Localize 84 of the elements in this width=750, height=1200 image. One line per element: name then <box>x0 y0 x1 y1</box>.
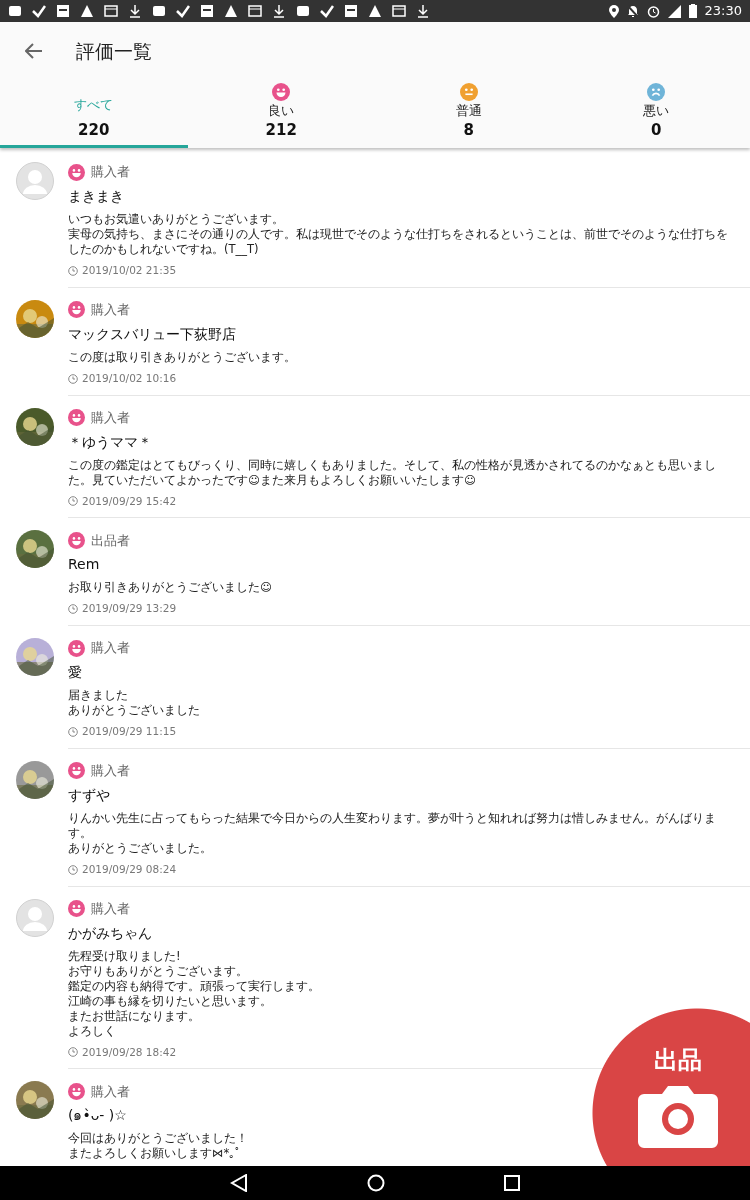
notification-icon <box>320 4 334 18</box>
notification-icon <box>344 4 358 18</box>
rating-tab[interactable]: 普通 8 <box>375 80 563 148</box>
review-comment-line: 実母の気持ち、まさにその通りの人です。私は現世でそのような仕打ちをされるということは、前世でそのような仕打ちをしたのかもしれないですね。(T__T) <box>68 227 729 257</box>
camera-icon <box>638 1086 718 1148</box>
review-date: 2019/09/29 13:29 <box>82 601 177 617</box>
notification-icon <box>176 4 190 18</box>
bell-off-icon <box>626 4 639 18</box>
clock-icon <box>68 726 78 737</box>
notification-icon <box>80 4 94 18</box>
sell-button[interactable]: 出品 <box>592 1008 750 1166</box>
notification-icon <box>56 4 70 18</box>
review-date: 2019/09/29 11:15 <box>82 724 177 739</box>
screen-title: 評価一覧 <box>76 38 152 64</box>
reviewer-name: まきまき <box>68 187 125 206</box>
location-icon <box>608 4 619 18</box>
review-comment-line: 鑑定の内容も納得です。頑張って実行します。 <box>68 978 321 994</box>
reviewer-role: 購入者 <box>91 408 130 427</box>
clock-icon <box>68 864 78 875</box>
recents-nav-icon[interactable] <box>504 1175 521 1191</box>
review-comment-line: りんかい先生に占ってもらった結果で今日からの人生変わります。夢が叶うと知れれば努力は惜しみません。がんばります。 <box>68 810 717 841</box>
reviewer-role: 購入者 <box>91 1082 130 1101</box>
review-comment-line: お守りもありがとうございます。 <box>68 963 249 979</box>
review-comment-line: お取り引きありがとうございました☺ <box>68 580 273 596</box>
review-date: 2019/09/29 08:24 <box>82 861 177 877</box>
rating-tab[interactable]: 良い 212 <box>187 80 375 148</box>
review-date: 2019/09/28 18:42 <box>82 1044 177 1060</box>
review-comment-line: よろしく <box>68 1023 117 1039</box>
notification-icon <box>224 4 238 18</box>
clock-icon <box>68 604 78 615</box>
reviewer-name: すずや <box>68 785 111 805</box>
reviewer-name: (๑•̀ᴗ- )☆ <box>68 1106 128 1126</box>
notification-icon <box>416 4 430 18</box>
rating-tab[interactable]: 悪い 0 <box>562 80 750 148</box>
home-nav-icon[interactable] <box>367 1174 385 1192</box>
review-date: 2019/09/29 15:42 <box>82 493 177 509</box>
review-date: 2019/10/02 21:35 <box>82 263 177 278</box>
notification-icon <box>272 4 286 18</box>
reviewer-name: かがみちゃん <box>68 923 153 943</box>
notification-icon <box>8 4 22 18</box>
review-comment-line: ありがとうございました。 <box>68 840 213 856</box>
notification-icon <box>200 4 214 18</box>
review-comment-line: いつもお気遣いありがとうございます。 <box>68 212 285 227</box>
review-comment-line: またお世話になります。 <box>68 1008 201 1024</box>
clock-icon <box>68 265 78 276</box>
review-comment-line: 江崎の事も縁を切りたいと思います。 <box>68 993 273 1009</box>
review-comment-line: ありがとうございました <box>68 703 201 718</box>
review-date: 2019/10/02 10:16 <box>82 370 177 386</box>
back-arrow-icon <box>25 43 43 59</box>
notification-icon <box>32 4 46 18</box>
reviewer-name: Rem <box>68 555 101 575</box>
battery-icon <box>688 4 697 18</box>
clock: 23:30 <box>704 2 742 21</box>
reviewer-name: マックスバリュー下荻野店 <box>68 324 237 344</box>
notification-icon <box>368 4 382 18</box>
back-nav-icon[interactable] <box>229 1174 248 1192</box>
review-comment-line: 今回はありがとうございました！ <box>68 1131 249 1147</box>
notification-icon <box>128 4 142 18</box>
reviewer-name: ＊ゆうママ＊ <box>68 432 153 452</box>
notification-icon <box>248 4 262 18</box>
reviewer-role: 購入者 <box>91 899 130 918</box>
default-avatar-icon <box>16 162 54 200</box>
clock-icon <box>68 496 78 507</box>
notification-icon <box>104 4 118 18</box>
signal-icon <box>667 4 681 18</box>
review-comment-line: 先程受け取りました! <box>68 948 182 964</box>
notification-icon <box>392 4 406 18</box>
reviewer-role: 出品者 <box>91 531 130 550</box>
default-avatar-icon <box>16 898 54 937</box>
review-comment-line: この度の鑑定はとてもびっくり、同時に嬉しくもありました。そして、私の性格が見透かされてるのかなぁとも思いました。見ていただいてよかったです☺また来月もよろしくお願いいたします☺ <box>68 457 717 488</box>
reviewer-name: 愛 <box>68 663 83 682</box>
notification-icon <box>152 4 166 18</box>
notification-icon <box>296 4 310 18</box>
review-comment-line: 届きました <box>68 688 129 703</box>
review-comment-line: またよろしくお願いします⋈*｡ﾟ <box>68 1146 243 1162</box>
clock-icon <box>68 1047 78 1058</box>
reviewer-role: 購入者 <box>91 639 130 658</box>
clock-icon <box>68 373 78 384</box>
reviewer-role: 購入者 <box>91 301 130 319</box>
reviewer-role: 購入者 <box>91 762 130 780</box>
review-comment-line: この度は取り引きありがとうございます。 <box>68 349 297 365</box>
rating-tab[interactable]: すべて 220 <box>0 80 188 148</box>
alarm-icon <box>646 4 660 18</box>
reviewer-role: 購入者 <box>91 163 130 182</box>
